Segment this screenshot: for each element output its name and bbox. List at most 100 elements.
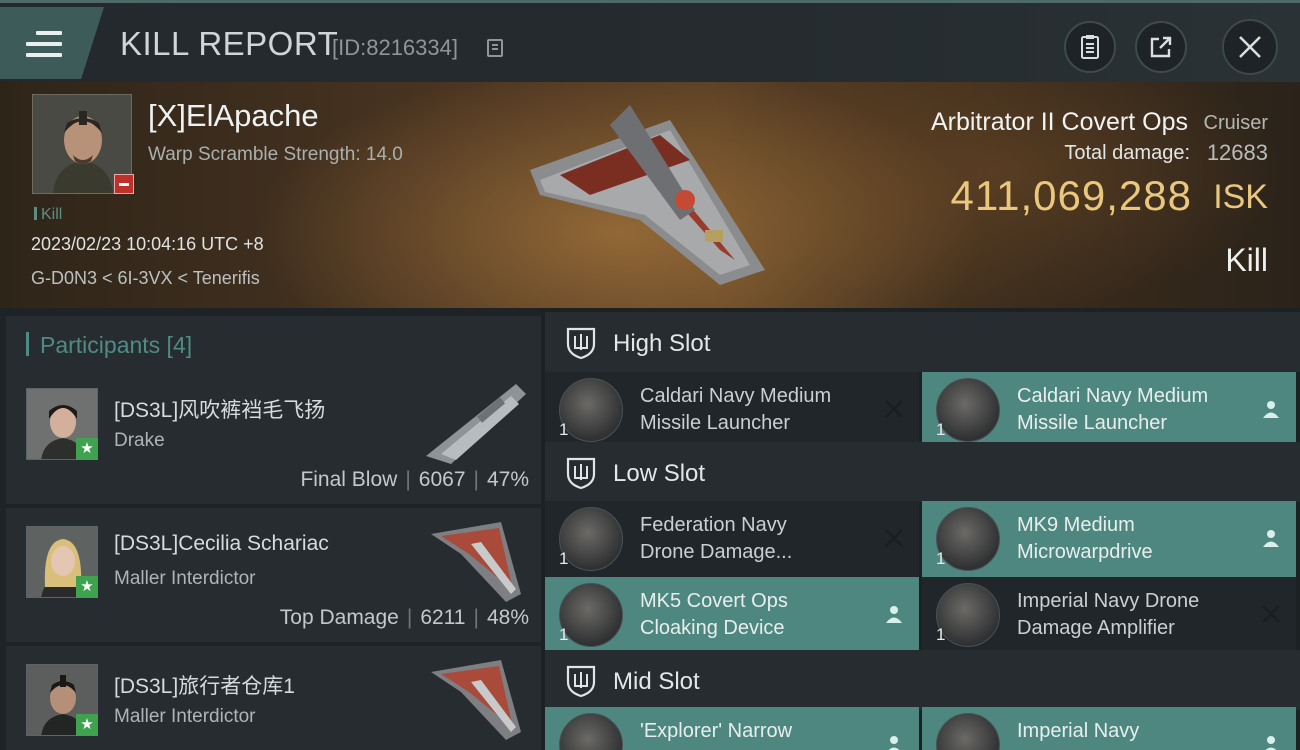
total-damage-value: 12683: [1206, 140, 1268, 165]
total-damage-label: Total damage:: [1064, 142, 1190, 164]
participant-ship: Drake: [114, 430, 165, 451]
participant-row[interactable]: ★ [DS3L]风吹裤裆毛飞扬 Drake Final Blow | 6067 | 47…: [6, 370, 541, 504]
victim-ship-class: Cruiser: [1203, 112, 1268, 134]
participant-name: [DS3L]风吹裤裆毛飞扬: [114, 399, 326, 422]
module-name: MK5 Covert Ops Cloaking Device: [640, 590, 788, 639]
star-icon: ★: [76, 714, 98, 736]
module-name: Caldari Navy Medium Missile Launcher: [640, 385, 832, 434]
top-bar: KILL REPORT [ID:8216334]: [0, 0, 1300, 82]
hostile-badge: [114, 174, 134, 194]
person-icon: [1265, 736, 1277, 750]
person-icon: [888, 736, 900, 750]
stat-label: Final Blow: [300, 468, 398, 491]
stat-label: Top Damage: [279, 606, 399, 629]
participant-ship: Maller Interdictor: [114, 706, 256, 727]
shield-slot-icon: [566, 665, 596, 698]
slot-label: Mid Slot: [613, 668, 700, 695]
close-icon: [1239, 36, 1261, 58]
module-card[interactable]: 1 MK9 Medium Microwarpdrive: [922, 501, 1296, 577]
mid-slot-header: Mid Slot: [545, 650, 1300, 710]
module-qty: 1: [936, 549, 946, 568]
clipboard-button[interactable]: [1064, 21, 1116, 73]
result-label: Kill: [1225, 242, 1268, 278]
module-name: Federation Navy Drone Damage...: [640, 514, 793, 563]
participant-ship-image: [426, 384, 526, 464]
x-icon: [1262, 605, 1280, 623]
module-qty: 1: [936, 625, 946, 644]
stat-damage: 6211: [420, 606, 466, 629]
participant-ship-image: [431, 522, 521, 602]
shield-slot-icon: [566, 327, 596, 360]
warp-scramble-strength: Warp Scramble Strength: 14.0: [148, 144, 403, 165]
microwarpdrive-icon: [936, 507, 1000, 571]
fitting-panel: High Slot 1 Caldari Navy Medium Missile L…: [541, 308, 1300, 750]
stat-damage: 6067: [418, 468, 466, 491]
missile-launcher-icon: [936, 378, 1000, 442]
report-id: [ID:8216334]: [332, 35, 458, 60]
slot-label: Low Slot: [613, 460, 706, 487]
module-name: Imperial Navy: [1017, 720, 1140, 742]
stat-percent: 47%: [486, 468, 529, 491]
participant-name: [DS3L]Cecilia Schariac: [114, 532, 329, 555]
x-icon: [885, 400, 903, 418]
drone-damage-icon: [559, 507, 623, 571]
module-card[interactable]: 1 Caldari Navy Medium Missile Launcher: [545, 372, 919, 448]
isk-unit: ISK: [1213, 178, 1268, 216]
module-qty: 1: [559, 625, 569, 644]
module-card[interactable]: 1 MK5 Covert Ops Cloaking Device: [545, 577, 919, 653]
participant-name: [DS3L]旅行者仓库1: [114, 675, 295, 698]
x-icon: [885, 529, 903, 547]
participant-row[interactable]: ★ [DS3L]旅行者仓库1 Maller Interdictor: [6, 646, 541, 750]
kill-tag: Kill: [34, 206, 62, 224]
participant-stat: Top Damage | 6211 | 48%: [279, 606, 529, 629]
module-name: 'Explorer' Narrow: [640, 720, 793, 742]
module-name: Caldari Navy Medium Missile Launcher: [1017, 385, 1209, 434]
star-icon: ★: [76, 576, 98, 598]
module-card[interactable]: Imperial Navy: [922, 707, 1296, 750]
star-icon: ★: [76, 438, 98, 460]
victim-ship-image[interactable]: [520, 100, 780, 290]
module-name: Imperial Navy Drone Damage Amplifier: [1017, 590, 1200, 639]
clipboard-icon: [1081, 35, 1099, 59]
participants-header: Participants [4]: [6, 316, 541, 371]
close-button[interactable]: [1222, 19, 1278, 75]
missile-launcher-icon: [559, 378, 623, 442]
participant-ship-image: [431, 660, 521, 740]
module-qty: 1: [559, 420, 569, 439]
copy-icon[interactable]: [487, 39, 503, 57]
participant-stat: Final Blow | 6067 | 47%: [300, 468, 529, 491]
module-card[interactable]: 1 Federation Navy Drone Damage...: [545, 501, 919, 577]
module-name: MK9 Medium Microwarpdrive: [1017, 514, 1153, 563]
kill-banner: [X]ElApache Warp Scramble Strength: 14.0…: [0, 82, 1300, 308]
module-qty: 1: [559, 549, 569, 568]
participant-ship: Maller Interdictor: [114, 568, 256, 589]
module-card[interactable]: 1 Imperial Navy Drone Damage Amplifier: [922, 577, 1296, 653]
module-icon: [936, 713, 1000, 750]
participants-title: Participants [4]: [40, 332, 193, 358]
victim-name[interactable]: [X]ElApache: [148, 98, 319, 134]
menu-icon: [26, 31, 62, 64]
person-icon: [1263, 530, 1279, 547]
participants-panel: Participants [4] ★ [DS3L]风吹裤裆毛飞扬 Drake F…: [0, 308, 541, 750]
stat-percent: 48%: [486, 606, 529, 629]
slot-label: High Slot: [613, 330, 711, 357]
victim-ship-name[interactable]: Arbitrator II Covert Ops: [931, 108, 1188, 137]
participant-row[interactable]: ★ [DS3L]Cecilia Schariac Maller Interdic…: [6, 508, 541, 642]
module-qty: 1: [936, 420, 946, 439]
share-icon: [1150, 36, 1172, 58]
share-button[interactable]: [1135, 21, 1187, 73]
kill-timestamp: 2023/02/23 10:04:16 UTC +8: [31, 234, 264, 254]
module-card[interactable]: 'Explorer' Narrow: [545, 707, 919, 750]
person-icon: [1263, 401, 1279, 418]
module-card[interactable]: 1 Caldari Navy Medium Missile Launcher: [922, 372, 1296, 448]
scanner-icon: [559, 713, 623, 750]
cloaking-device-icon: [559, 583, 623, 647]
page-title: KILL REPORT: [120, 25, 339, 62]
shield-slot-icon: [566, 457, 596, 490]
kill-location[interactable]: G-D0N3 < 6I-3VX < Tenerifis: [31, 268, 260, 289]
person-icon: [886, 606, 902, 623]
menu-button[interactable]: [0, 7, 104, 79]
isk-value: 411,069,288: [950, 172, 1192, 219]
drone-damage-icon: [936, 583, 1000, 647]
low-slot-header: Low Slot: [545, 442, 1300, 502]
